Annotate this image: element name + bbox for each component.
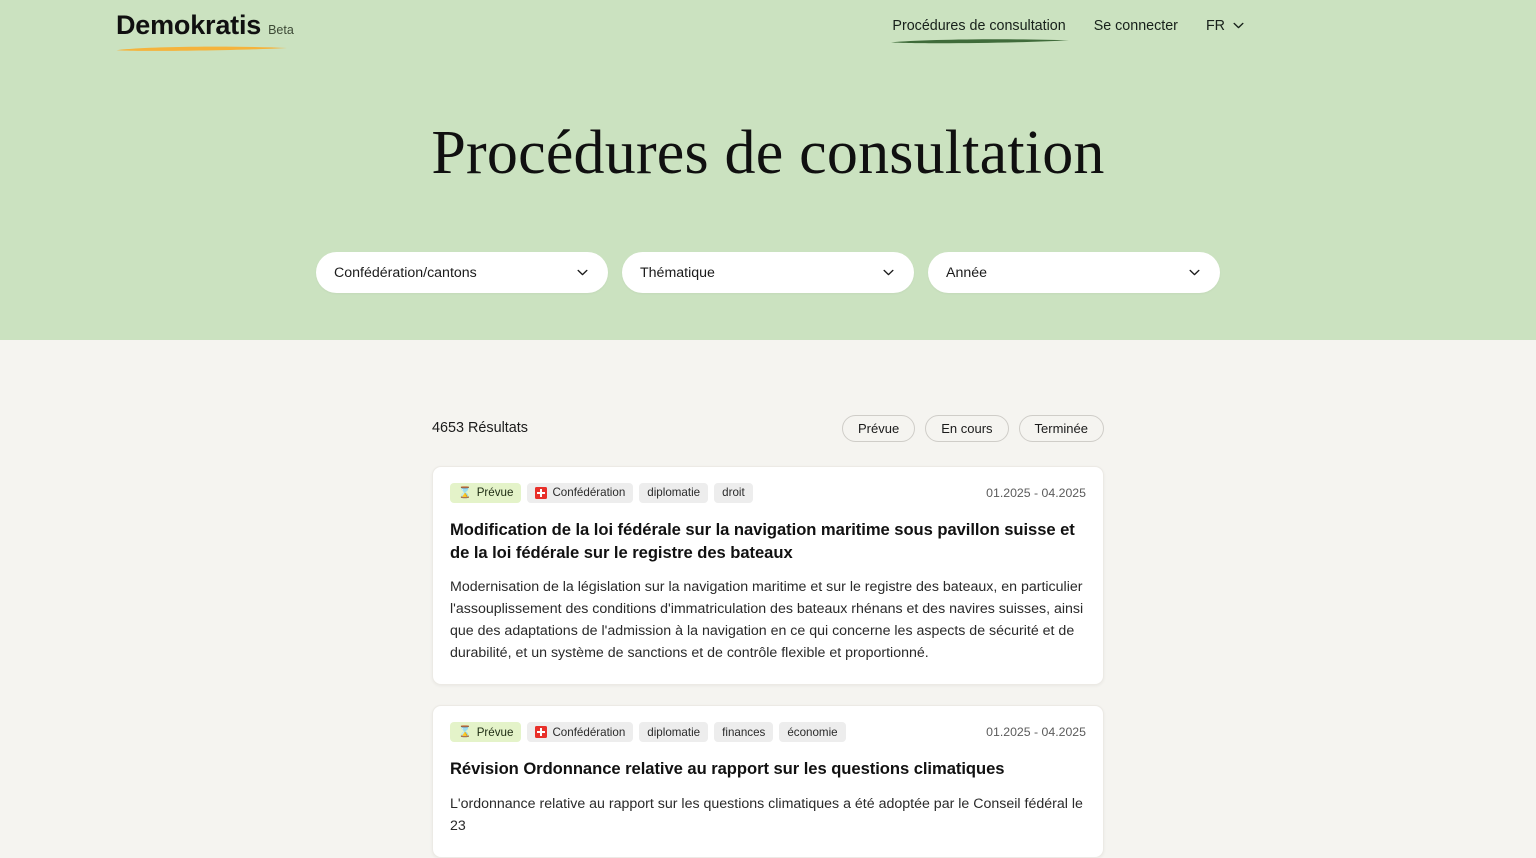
nav-item-login-label: Se connecter bbox=[1093, 17, 1178, 34]
filter-confederation-cantons[interactable]: Confédération/cantons bbox=[316, 252, 608, 294]
chevron-down-icon bbox=[577, 269, 588, 276]
authority-tag: Confédération bbox=[527, 483, 634, 503]
results-container: 4653 Résultats Prévue En cours Terminée … bbox=[432, 410, 1104, 858]
status-filter-prevue[interactable]: Prévue bbox=[842, 414, 916, 442]
card-description: L'ordonnance relative au rapport sur les… bbox=[450, 795, 1083, 834]
beta-badge: Beta bbox=[268, 22, 294, 37]
consultation-card[interactable]: ⌛ Prévue Confédération diplomatie financ… bbox=[432, 705, 1104, 858]
status-filter-group: Prévue En cours Terminée bbox=[842, 414, 1104, 442]
consultation-card[interactable]: ⌛ Prévue Confédération diplomatie droit … bbox=[432, 466, 1104, 686]
status-badge-label: Prévue bbox=[476, 486, 514, 500]
site-logo[interactable]: Demokratis Beta bbox=[116, 9, 294, 51]
hourglass-icon: ⌛ bbox=[458, 486, 472, 499]
status-filter-en-cours[interactable]: En cours bbox=[925, 414, 1009, 442]
status-badge: ⌛ Prévue bbox=[450, 483, 522, 503]
filter-thematique-label: Thématique bbox=[640, 264, 715, 281]
card-date-range: 01.2025 - 04.2025 bbox=[986, 486, 1086, 500]
topic-tag: droit bbox=[714, 483, 753, 503]
authority-tag-label: Confédération bbox=[552, 725, 626, 739]
language-switcher-label: FR bbox=[1205, 17, 1225, 34]
status-badge-label: Prévue bbox=[476, 725, 514, 739]
chevron-down-icon bbox=[1189, 269, 1200, 276]
results-toolbar: 4653 Résultats Prévue En cours Terminée bbox=[432, 410, 1104, 446]
nav-item-consultations[interactable]: Procédures de consultation bbox=[891, 15, 1070, 44]
main-nav: Procédures de consultation Se connecter … bbox=[891, 15, 1244, 44]
card-title[interactable]: Modification de la loi fédérale sur la n… bbox=[450, 518, 1086, 564]
logo-brushstroke-icon bbox=[116, 46, 287, 51]
hero-section: Demokratis Beta Procédures de consultati… bbox=[0, 0, 1536, 340]
hourglass-icon: ⌛ bbox=[458, 725, 472, 738]
top-navigation-bar: Demokratis Beta Procédures de consultati… bbox=[0, 0, 1536, 56]
topic-tag: diplomatie bbox=[639, 483, 709, 503]
filter-annee[interactable]: Année bbox=[928, 252, 1220, 294]
results-count: 4653 Résultats bbox=[432, 420, 528, 436]
chevron-down-icon bbox=[883, 269, 894, 276]
card-header: ⌛ Prévue Confédération diplomatie financ… bbox=[450, 722, 1086, 743]
filter-annee-label: Année bbox=[946, 264, 988, 281]
status-filter-terminee[interactable]: Terminée bbox=[1018, 414, 1104, 442]
card-tag-list: ⌛ Prévue Confédération diplomatie financ… bbox=[450, 722, 846, 743]
authority-tag-label: Confédération bbox=[552, 486, 626, 500]
filter-bar: Confédération/cantons Thématique Année bbox=[0, 252, 1536, 294]
swiss-flag-icon bbox=[535, 726, 548, 739]
nav-item-consultations-label: Procédures de consultation bbox=[892, 17, 1066, 34]
card-description: Modernisation de la législation sur la n… bbox=[450, 579, 1084, 662]
topic-tag: diplomatie bbox=[639, 722, 709, 743]
filter-thematique[interactable]: Thématique bbox=[622, 252, 914, 294]
active-nav-brushstroke-icon bbox=[891, 39, 1070, 44]
card-header: ⌛ Prévue Confédération diplomatie droit … bbox=[450, 483, 1086, 503]
card-tag-list: ⌛ Prévue Confédération diplomatie droit bbox=[450, 483, 753, 503]
swiss-flag-icon bbox=[535, 487, 548, 499]
nav-item-login[interactable]: Se connecter bbox=[1094, 15, 1178, 41]
status-badge: ⌛ Prévue bbox=[450, 722, 522, 743]
logo-text: Demokratis bbox=[116, 9, 262, 40]
filter-confederation-cantons-label: Confédération/cantons bbox=[334, 264, 477, 281]
authority-tag: Confédération bbox=[527, 722, 634, 743]
topic-tag: finances bbox=[714, 722, 774, 743]
language-switcher[interactable]: FR bbox=[1206, 15, 1244, 41]
card-title[interactable]: Révision Ordonnance relative au rapport … bbox=[450, 757, 1086, 780]
card-date-range: 01.2025 - 04.2025 bbox=[986, 725, 1086, 740]
topic-tag: économie bbox=[779, 722, 846, 743]
chevron-down-icon bbox=[1233, 23, 1244, 29]
results-section: 4653 Résultats Prévue En cours Terminée … bbox=[0, 410, 1536, 858]
page-title: Procédures de consultation bbox=[431, 119, 1105, 187]
